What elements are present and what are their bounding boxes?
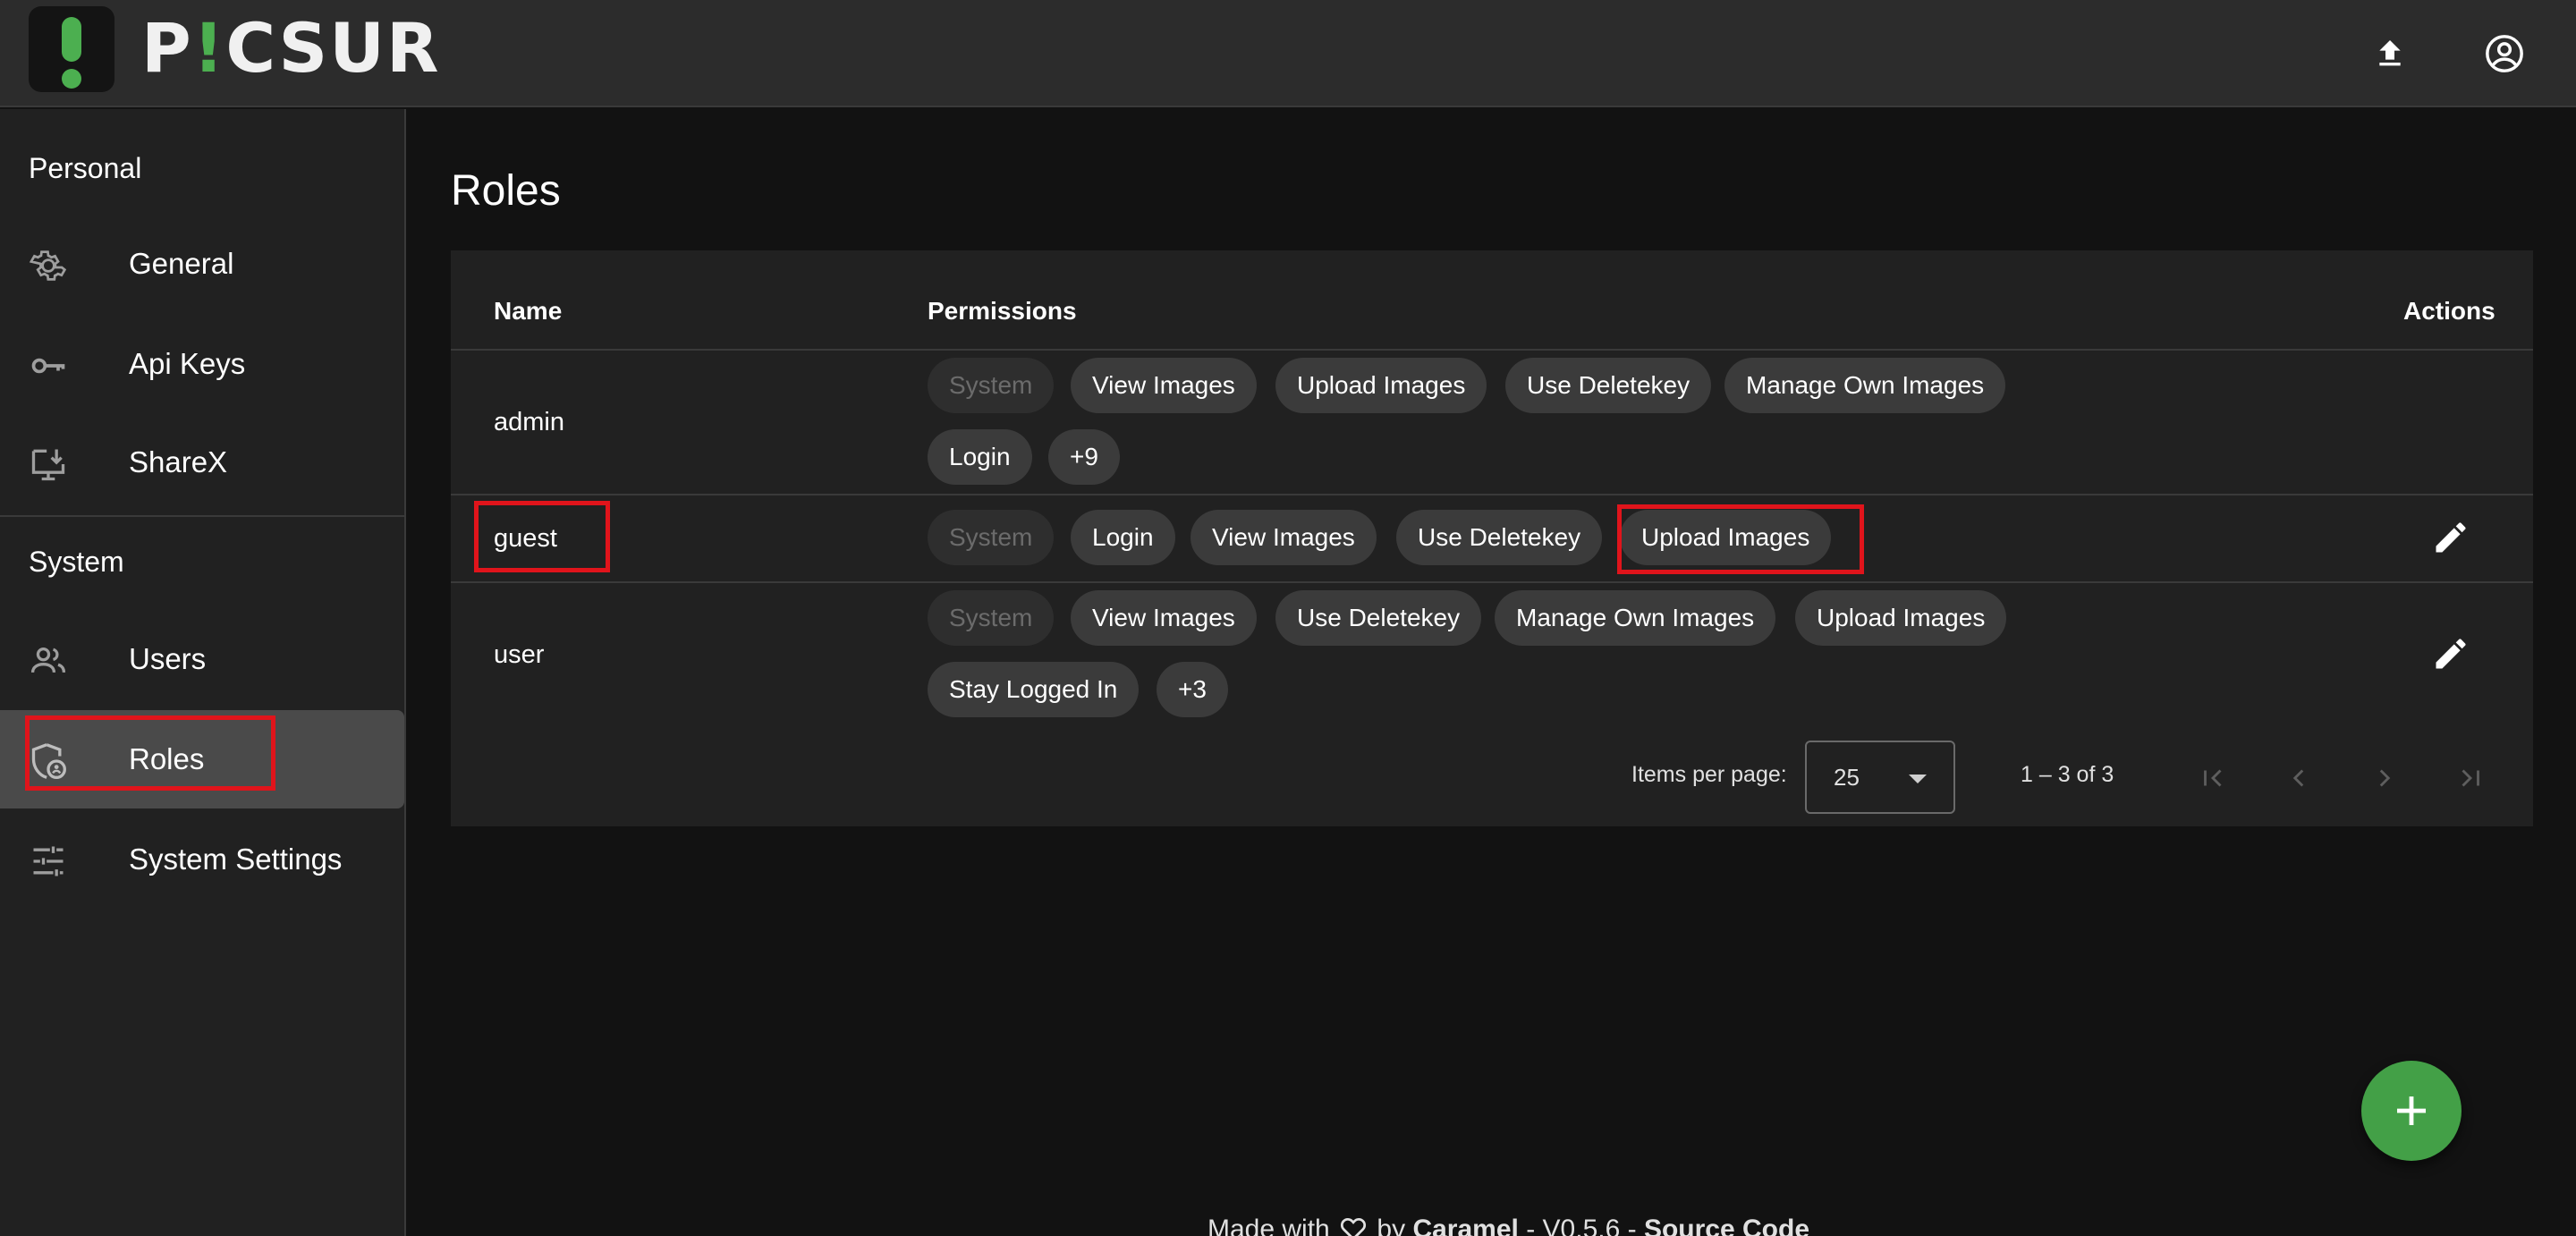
footer: Made with by Caramel - V0.5.6 - Source C… [1208, 1215, 1809, 1236]
previous-page-icon[interactable] [2274, 753, 2324, 803]
permission-chip: Manage Own Images [1724, 358, 2006, 413]
permission-chip: Upload Images [1795, 590, 2007, 646]
sidebar-item-label: Users [129, 642, 207, 675]
sidebar-item-users[interactable]: Users [0, 610, 404, 708]
footer-version: V0.5.6 [1542, 1215, 1621, 1236]
role-name-admin: admin [494, 408, 564, 436]
chevron-down-icon [1909, 775, 1927, 783]
row-divider [451, 349, 2533, 351]
sidebar-heading-personal: Personal [29, 152, 142, 184]
permission-chip: System [928, 510, 1055, 565]
role-name-user: user [494, 640, 545, 669]
sidebar-item-general[interactable]: General [0, 215, 404, 313]
permission-chip-overflow: +9 [1048, 429, 1120, 485]
sidebar-item-api-keys[interactable]: Api Keys [0, 315, 404, 413]
footer-separator: - [1526, 1215, 1536, 1236]
edit-icon[interactable] [2424, 511, 2478, 564]
permission-chip: Stay Logged In [928, 662, 1140, 717]
upload-icon[interactable] [2363, 27, 2417, 80]
plus-icon [2397, 1096, 2426, 1125]
page-size-value: 25 [1834, 764, 1860, 791]
permission-chip: Upload Images [1275, 358, 1487, 413]
sidebar-item-system-settings[interactable]: System Settings [0, 810, 404, 909]
logo-icon[interactable] [29, 6, 114, 92]
page-range-label: 1 – 3 of 3 [2021, 762, 2114, 787]
column-header-actions: Actions [2403, 297, 2496, 325]
sidebar-divider [0, 515, 404, 517]
sidebar-item-label: General [129, 247, 234, 280]
first-page-icon[interactable] [2188, 753, 2238, 803]
permission-chip: Use Deletekey [1275, 590, 1482, 646]
permission-chip: System [928, 590, 1055, 646]
permission-chip: Login [928, 429, 1032, 485]
sidebar: Personal General Api Keys ShareX System … [0, 109, 406, 1236]
permission-chip: Use Deletekey [1396, 510, 1603, 565]
edit-icon[interactable] [2424, 627, 2478, 681]
sidebar-item-label: Roles [129, 742, 205, 775]
permission-chip: View Images [1071, 590, 1257, 646]
sidebar-item-sharex[interactable]: ShareX [0, 413, 404, 512]
permission-chip: Manage Own Images [1495, 590, 1776, 646]
footer-by: by [1377, 1215, 1406, 1236]
download-monitor-icon [29, 444, 68, 484]
sidebar-heading-system: System [29, 546, 124, 578]
account-circle-icon[interactable] [2478, 27, 2531, 80]
permission-chip-overflow: +3 [1157, 662, 1228, 717]
next-page-icon[interactable] [2360, 753, 2410, 803]
footer-made-with: Made with [1208, 1215, 1330, 1236]
permission-chip: View Images [1191, 510, 1377, 565]
items-per-page-label: Items per page: [1631, 762, 1787, 787]
page-size-select[interactable]: 25 [1805, 741, 1955, 814]
permission-chip: Use Deletekey [1505, 358, 1712, 413]
sidebar-item-roles[interactable]: Roles [0, 710, 404, 808]
roles-table: Name Permissions Actions admin System Vi… [451, 250, 2533, 826]
heart-icon [1341, 1217, 1367, 1236]
page-title: Roles [451, 167, 561, 215]
logo-wordmark[interactable]: P!CSUR [141, 13, 441, 84]
footer-separator: - [1627, 1215, 1637, 1236]
shield-user-icon [29, 741, 68, 781]
last-page-icon[interactable] [2445, 753, 2496, 803]
add-role-button[interactable] [2361, 1061, 2462, 1161]
permission-chip: Upload Images [1620, 510, 1832, 565]
sidebar-item-label: ShareX [129, 445, 228, 478]
footer-author-link[interactable]: Caramel [1412, 1215, 1518, 1236]
permission-chip: View Images [1071, 358, 1257, 413]
gear-icon [29, 246, 68, 285]
users-icon [29, 641, 68, 681]
column-header-name: Name [494, 297, 563, 325]
sidebar-item-label: Api Keys [129, 347, 246, 380]
top-bar: P!CSUR [0, 0, 2576, 107]
permission-chip: System [928, 358, 1055, 413]
key-icon [29, 346, 68, 385]
permission-chip: Login [1071, 510, 1175, 565]
sliders-icon [29, 842, 68, 881]
sidebar-item-label: System Settings [129, 842, 343, 876]
role-name-guest: guest [494, 524, 557, 553]
footer-source-link[interactable]: Source Code [1644, 1215, 1809, 1236]
row-divider [451, 581, 2533, 583]
column-header-permissions: Permissions [928, 297, 1077, 325]
row-divider [451, 494, 2533, 495]
